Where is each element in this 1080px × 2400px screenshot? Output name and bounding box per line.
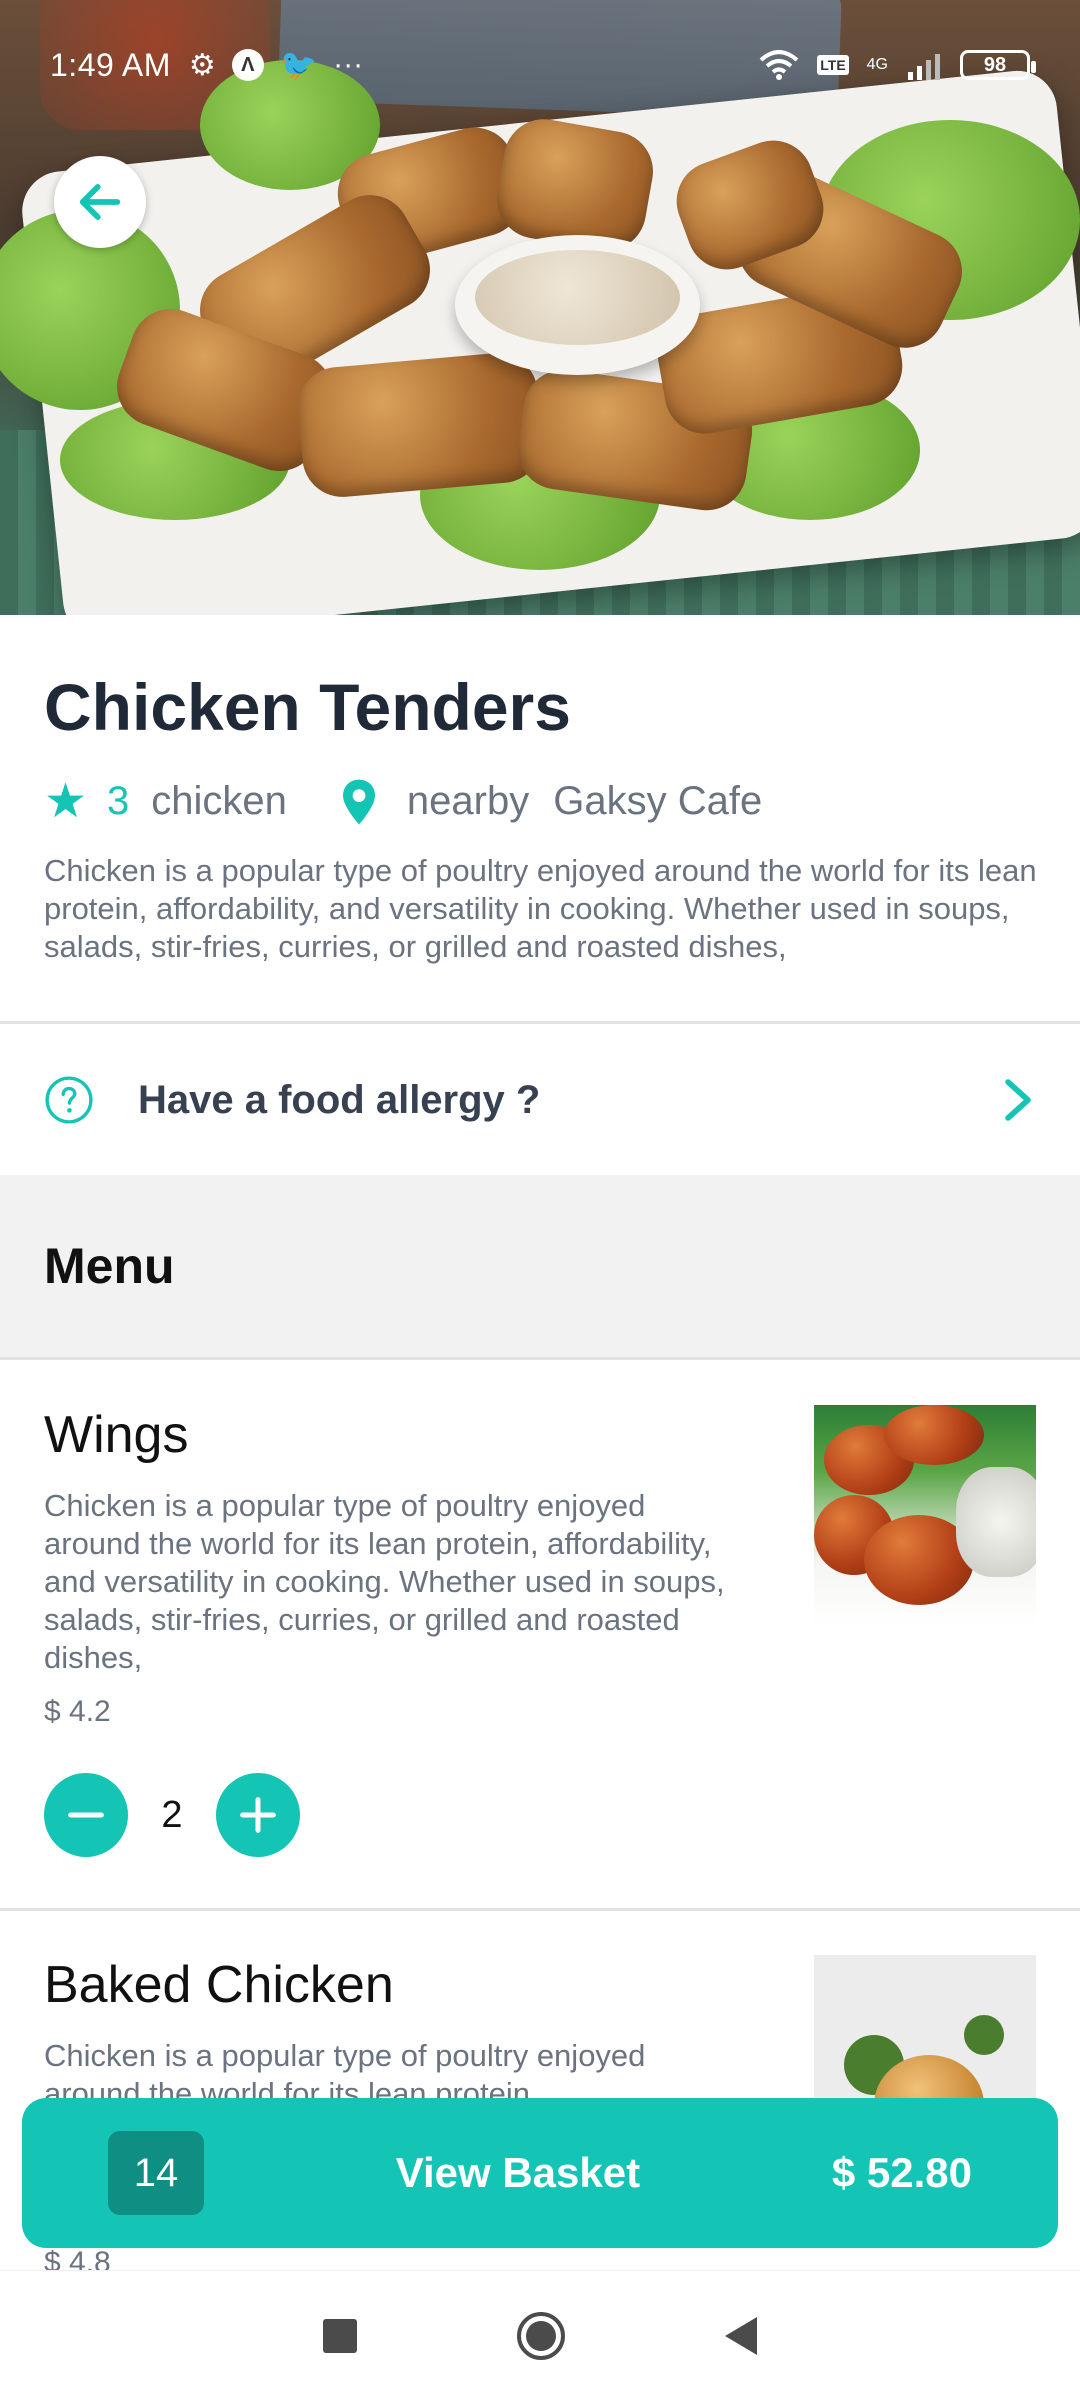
question-circle-icon [45, 1076, 93, 1124]
herb [964, 2015, 1004, 2055]
network-4g-label: 4G [866, 56, 888, 73]
increase-quantity-button[interactable] [216, 1773, 300, 1857]
dip-sauce [475, 250, 680, 345]
restaurant-info: Chicken Tenders ★ 3 chicken nearby Gaksy… [0, 615, 1080, 966]
restaurant-description: Chicken is a popular type of poultry enj… [44, 852, 1037, 964]
wifi-icon [759, 50, 799, 80]
menu-item-wings[interactable]: Wings Chicken is a popular type of poult… [0, 1405, 1080, 1857]
dip-cup [956, 1467, 1036, 1577]
menu-item-price-partial: $ 4.8 [44, 2246, 111, 2270]
menu-item-baked-chicken[interactable]: Baked Chicken Chicken is a popular type … [0, 1955, 1080, 2175]
rating-value: 3 [107, 779, 130, 824]
food-allergy-label: Have a food allergy ? [138, 1077, 541, 1122]
battery-level: 98 [983, 53, 1007, 76]
page-title: Chicken Tenders [44, 670, 571, 744]
chicken-tender [294, 349, 546, 501]
minus-icon [68, 1812, 104, 1818]
a-logo-icon: Λ [231, 49, 264, 81]
quantity-stepper: 2 [44, 1773, 1036, 1857]
status-bar: 1:49 AM ⚙ Λ 🐦 ··· LTE 4G 98 [0, 0, 1080, 130]
divider [0, 1021, 1080, 1024]
lte-icon: LTE [817, 55, 849, 75]
location-label: nearby [406, 779, 530, 824]
status-icons-left: ⚙ Λ 🐦 ··· [189, 48, 363, 83]
home-button[interactable] [517, 2311, 565, 2360]
quantity-value: 2 [161, 1793, 183, 1836]
status-icons-right: LTE 4G 98 [759, 50, 1036, 80]
wing [884, 1405, 984, 1465]
more-dots-icon: ··· [333, 48, 364, 81]
wings-image [814, 1405, 1036, 1625]
basket-total: $ 52.80 [831, 2149, 972, 2196]
chevron-right-icon [1005, 1079, 1031, 1121]
decrease-quantity-button[interactable] [44, 1773, 128, 1857]
back-button[interactable] [54, 156, 146, 248]
gear-icon: ⚙ [188, 48, 216, 82]
location-pin-icon [342, 779, 375, 824]
divider [0, 1357, 1080, 1360]
menu-section-header: Menu [0, 1175, 1080, 1357]
food-allergy-row[interactable]: Have a food allergy ? [0, 1025, 1080, 1175]
star-icon: ★ [44, 774, 88, 828]
signal-icon [908, 54, 940, 80]
system-back-button[interactable] [725, 2316, 757, 2355]
menu-item-price: $ 4.2 [44, 1695, 111, 1728]
category-label: chicken [151, 779, 287, 824]
arrow-left-icon [79, 184, 121, 220]
plus-icon [240, 1797, 276, 1833]
divider [0, 1908, 1080, 1911]
twitter-icon: 🐦 [279, 48, 318, 82]
recent-apps-button[interactable] [323, 2318, 357, 2353]
battery-icon: 98 [960, 50, 1036, 80]
basket-count-badge: 14 [108, 2131, 204, 2215]
restaurant-meta: ★ 3 chicken nearby Gaksy Cafe [44, 774, 1036, 828]
menu-item-description: Chicken is a popular type of poultry enj… [44, 1488, 725, 1675]
menu-heading: Menu [44, 1238, 175, 1294]
wings-photo [814, 1405, 1036, 1625]
view-basket-label: View Basket [395, 2149, 641, 2196]
view-basket-button[interactable]: 14 View Basket $ 52.80 [22, 2098, 1058, 2248]
cafe-name: Gaksy Cafe [553, 779, 763, 824]
system-nav-bar [0, 2270, 1080, 2400]
status-time: 1:49 AM [50, 46, 171, 83]
